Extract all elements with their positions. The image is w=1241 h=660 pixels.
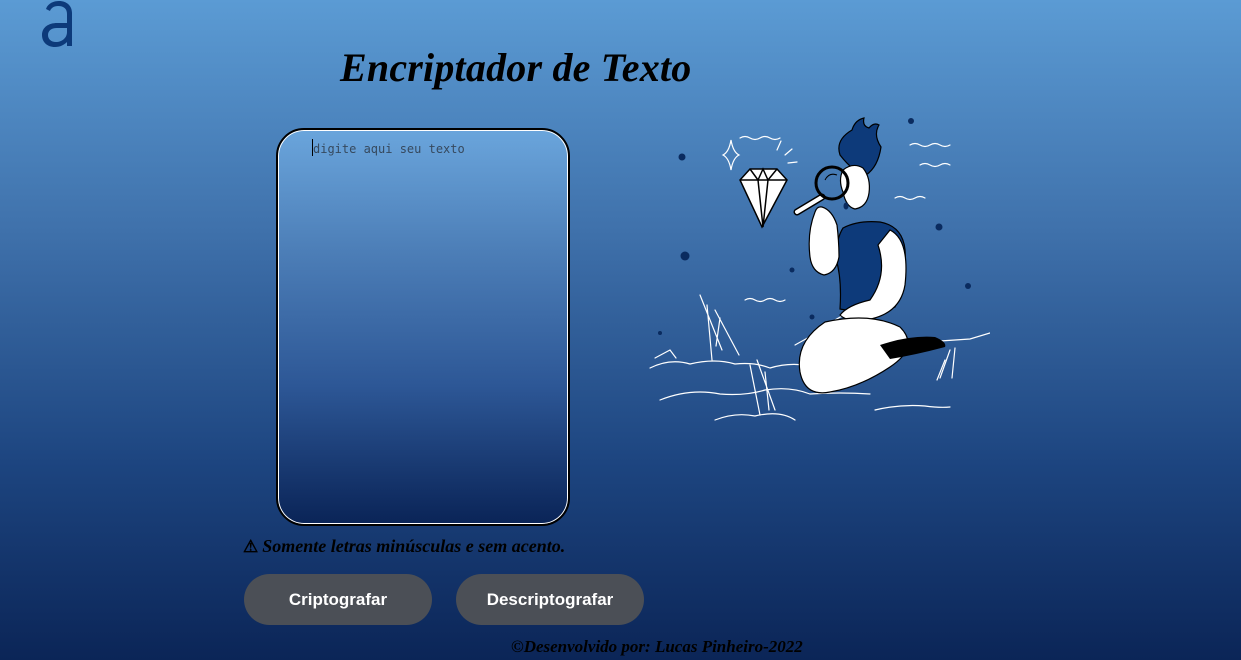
warning-message: ⚠ Somente letras minúsculas e sem acento. bbox=[243, 536, 565, 557]
alura-logo-icon[interactable] bbox=[40, 0, 76, 50]
footer-credit: ©Desenvolvido por: Lucas Pinheiro-2022 bbox=[511, 637, 803, 656]
encrypt-button[interactable]: Criptografar bbox=[244, 574, 432, 625]
decrypt-button[interactable]: Descriptografar bbox=[456, 574, 644, 625]
wave-line-5 bbox=[744, 297, 786, 303]
wave-line-1 bbox=[739, 135, 781, 141]
person-with-magnifier-illustration bbox=[649, 117, 990, 421]
text-cursor bbox=[312, 139, 313, 156]
wave-line-4 bbox=[894, 195, 926, 201]
warning-triangle-icon: ⚠ bbox=[243, 537, 259, 556]
diamond-icon bbox=[739, 167, 788, 229]
person-figure bbox=[793, 117, 946, 394]
sparkle-icon bbox=[721, 139, 741, 171]
wave-line-2 bbox=[909, 142, 951, 148]
diamond-rays bbox=[776, 140, 798, 164]
wave-line-3 bbox=[919, 162, 951, 168]
text-input[interactable] bbox=[278, 130, 568, 524]
warning-text: Somente letras minúsculas e sem acento. bbox=[262, 536, 566, 556]
text-input-container bbox=[276, 128, 570, 526]
page-title: Encriptador de Texto bbox=[340, 45, 692, 90]
